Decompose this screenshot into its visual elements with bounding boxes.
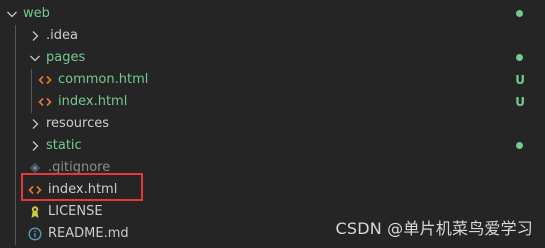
chevron-right-icon[interactable] xyxy=(27,28,43,44)
indent-guide xyxy=(15,25,16,47)
tree-item-resources[interactable]: resources xyxy=(0,113,545,135)
tree-item-index-html[interactable]: index.html xyxy=(0,179,545,201)
license-file-icon xyxy=(27,204,43,220)
chevron-right-icon[interactable] xyxy=(27,116,43,132)
tree-item-label: .gitignore xyxy=(48,160,111,175)
tree-item-label: web xyxy=(23,6,50,21)
modified-dot-indicator xyxy=(516,54,523,61)
tree-item-label: LICENSE xyxy=(48,204,103,219)
tree-item-label: index.html xyxy=(58,94,128,109)
tree-item-static[interactable]: static xyxy=(0,135,545,157)
html-file-icon xyxy=(37,94,53,110)
indent-guide xyxy=(15,201,16,223)
tree-item-label: .idea xyxy=(46,28,78,43)
html-file-icon xyxy=(37,72,53,88)
chevron-right-icon[interactable] xyxy=(27,138,43,154)
indent-guide xyxy=(31,69,32,91)
indent-guide xyxy=(31,91,32,113)
tree-item-web[interactable]: web xyxy=(0,3,545,25)
tree-item-label: pages xyxy=(46,50,86,65)
modified-dot-indicator xyxy=(516,142,523,149)
tree-item-label: index.html xyxy=(48,182,118,197)
indent-guide xyxy=(15,69,16,91)
indent-guide xyxy=(15,47,16,69)
tree-item-label: static xyxy=(46,138,82,153)
untracked-status-badge: U xyxy=(515,95,525,109)
indent-guide xyxy=(15,223,16,245)
indent-guide xyxy=(15,113,16,135)
indent-guide xyxy=(15,91,16,113)
info-icon xyxy=(27,226,43,242)
gitignore-file-icon xyxy=(27,160,43,176)
tree-item-gitignore[interactable]: .gitignore xyxy=(0,157,545,179)
tree-item-label: README.md xyxy=(48,226,129,241)
indent-guide xyxy=(15,179,16,201)
tree-item-pages-index-html[interactable]: index.html U xyxy=(0,91,545,113)
tree-item-label: common.html xyxy=(58,72,149,87)
chevron-down-icon[interactable] xyxy=(27,50,43,66)
tree-item-pages[interactable]: pages xyxy=(0,47,545,69)
tree-item-label: resources xyxy=(46,116,110,131)
modified-dot-indicator xyxy=(516,10,523,17)
indent-guide xyxy=(15,135,16,157)
chevron-down-icon[interactable] xyxy=(4,6,20,22)
file-explorer-tree: web .idea pages common.html U index.html… xyxy=(0,3,545,245)
tree-item-idea[interactable]: .idea xyxy=(0,25,545,47)
indent-guide xyxy=(15,157,16,179)
tree-item-common-html[interactable]: common.html U xyxy=(0,69,545,91)
untracked-status-badge: U xyxy=(515,73,525,87)
watermark-text: CSDN @单片机菜鸟爱学习 xyxy=(335,219,533,238)
html-file-icon xyxy=(27,182,43,198)
